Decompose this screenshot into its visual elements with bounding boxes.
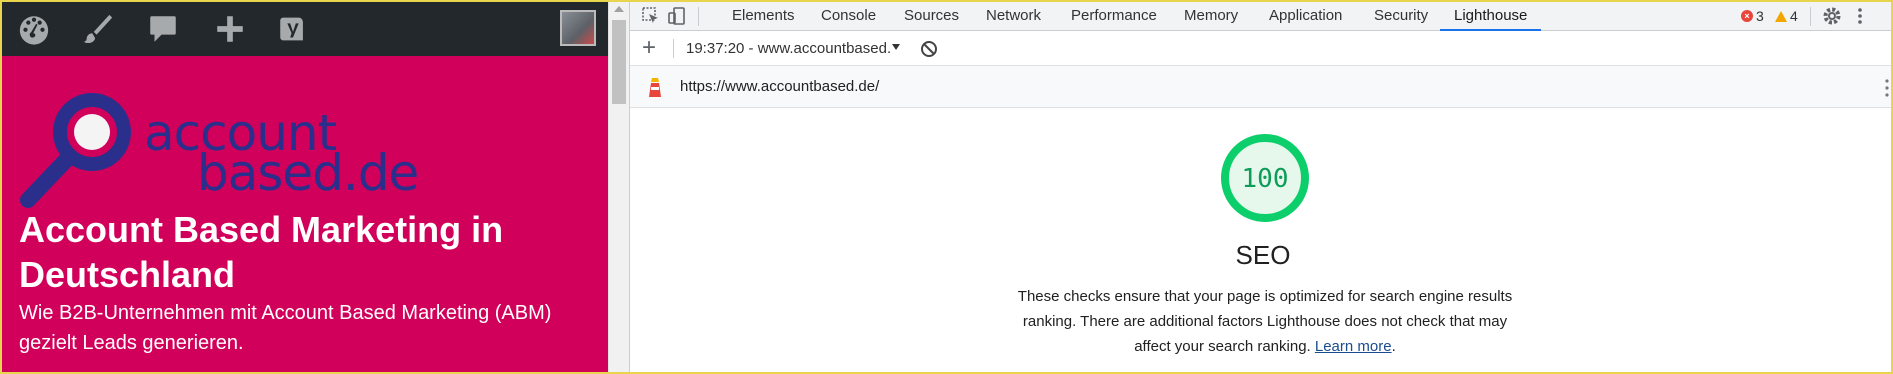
report-url-bar: https://www.accountbased.de/: [630, 66, 1891, 108]
chevron-down-icon[interactable]: [892, 44, 900, 50]
comment-icon[interactable]: [145, 11, 181, 47]
avatar[interactable]: [560, 10, 596, 46]
more-vert-icon[interactable]: [1849, 5, 1871, 27]
hero-subtitle: Wie B2B-Unternehmen mit Account Based Ma…: [19, 302, 552, 354]
tab-elements[interactable]: Elements: [731, 2, 796, 31]
logo-text-line2: based.de: [197, 144, 419, 202]
tab-memory[interactable]: Memory: [1183, 2, 1239, 31]
category-description: These checks ensure that your page is op…: [1015, 284, 1515, 359]
tab-application[interactable]: Application: [1268, 2, 1343, 31]
lighthouse-report: 100 SEO These checks ensure that your pa…: [630, 108, 1891, 372]
more-vert-icon[interactable]: [1885, 78, 1889, 98]
error-count: 3: [1756, 8, 1764, 24]
warning-badge[interactable]: 4: [1775, 8, 1798, 24]
hero-title: Account Based Marketing in Deutschland: [19, 209, 504, 295]
scroll-up-arrow[interactable]: [614, 6, 624, 12]
tab-sources[interactable]: Sources: [903, 2, 960, 31]
toolbar-divider: [698, 7, 699, 26]
tab-security[interactable]: Security: [1373, 2, 1429, 31]
devtools-tabbar: Elements Console Sources Network Perform…: [630, 2, 1891, 31]
dashboard-icon[interactable]: [16, 11, 52, 47]
clear-icon[interactable]: [920, 40, 938, 58]
warning-icon: [1775, 10, 1787, 22]
tab-lighthouse[interactable]: Lighthouse: [1440, 2, 1542, 31]
wp-admin-bar: [2, 2, 608, 56]
site-logo[interactable]: account based.de: [20, 92, 420, 212]
magnifier-logo-icon: [20, 93, 131, 208]
devtools-panel: Elements Console Sources Network Perform…: [629, 2, 1891, 372]
description-period: .: [1391, 338, 1396, 355]
error-badge[interactable]: × 3: [1741, 8, 1764, 24]
yoast-icon[interactable]: [275, 11, 311, 47]
settings-gear-icon[interactable]: [1821, 5, 1843, 27]
learn-more-link[interactable]: Learn more: [1315, 338, 1392, 355]
tab-console[interactable]: Console: [820, 2, 877, 31]
inspect-icon[interactable]: [640, 5, 662, 27]
report-url[interactable]: https://www.accountbased.de/: [680, 78, 879, 95]
add-icon[interactable]: +: [642, 35, 656, 61]
report-selector[interactable]: 19:37:20 - www.accountbased.: [686, 40, 891, 57]
scroll-thumb[interactable]: [612, 20, 626, 104]
category-title: SEO: [1235, 240, 1291, 270]
score-value: 100: [1241, 164, 1289, 194]
plus-icon[interactable]: [212, 11, 248, 47]
page-scrollbar[interactable]: [608, 2, 629, 372]
lighthouse-icon: [649, 78, 661, 97]
tab-network[interactable]: Network: [985, 2, 1042, 31]
brush-icon[interactable]: [80, 11, 116, 47]
warning-count: 4: [1790, 8, 1798, 24]
toolbar-divider: [1810, 7, 1811, 26]
site-preview: account based.de Account Based Marketing…: [2, 2, 608, 372]
screen-frame: account based.de Account Based Marketing…: [0, 0, 1893, 374]
toolbar-divider: [673, 39, 674, 58]
tab-performance[interactable]: Performance: [1070, 2, 1158, 31]
error-icon: ×: [1741, 10, 1753, 22]
description-text: These checks ensure that your page is op…: [1017, 288, 1513, 355]
device-toggle-icon[interactable]: [666, 5, 688, 27]
lighthouse-toolbar: + 19:37:20 - www.accountbased.: [630, 31, 1891, 66]
